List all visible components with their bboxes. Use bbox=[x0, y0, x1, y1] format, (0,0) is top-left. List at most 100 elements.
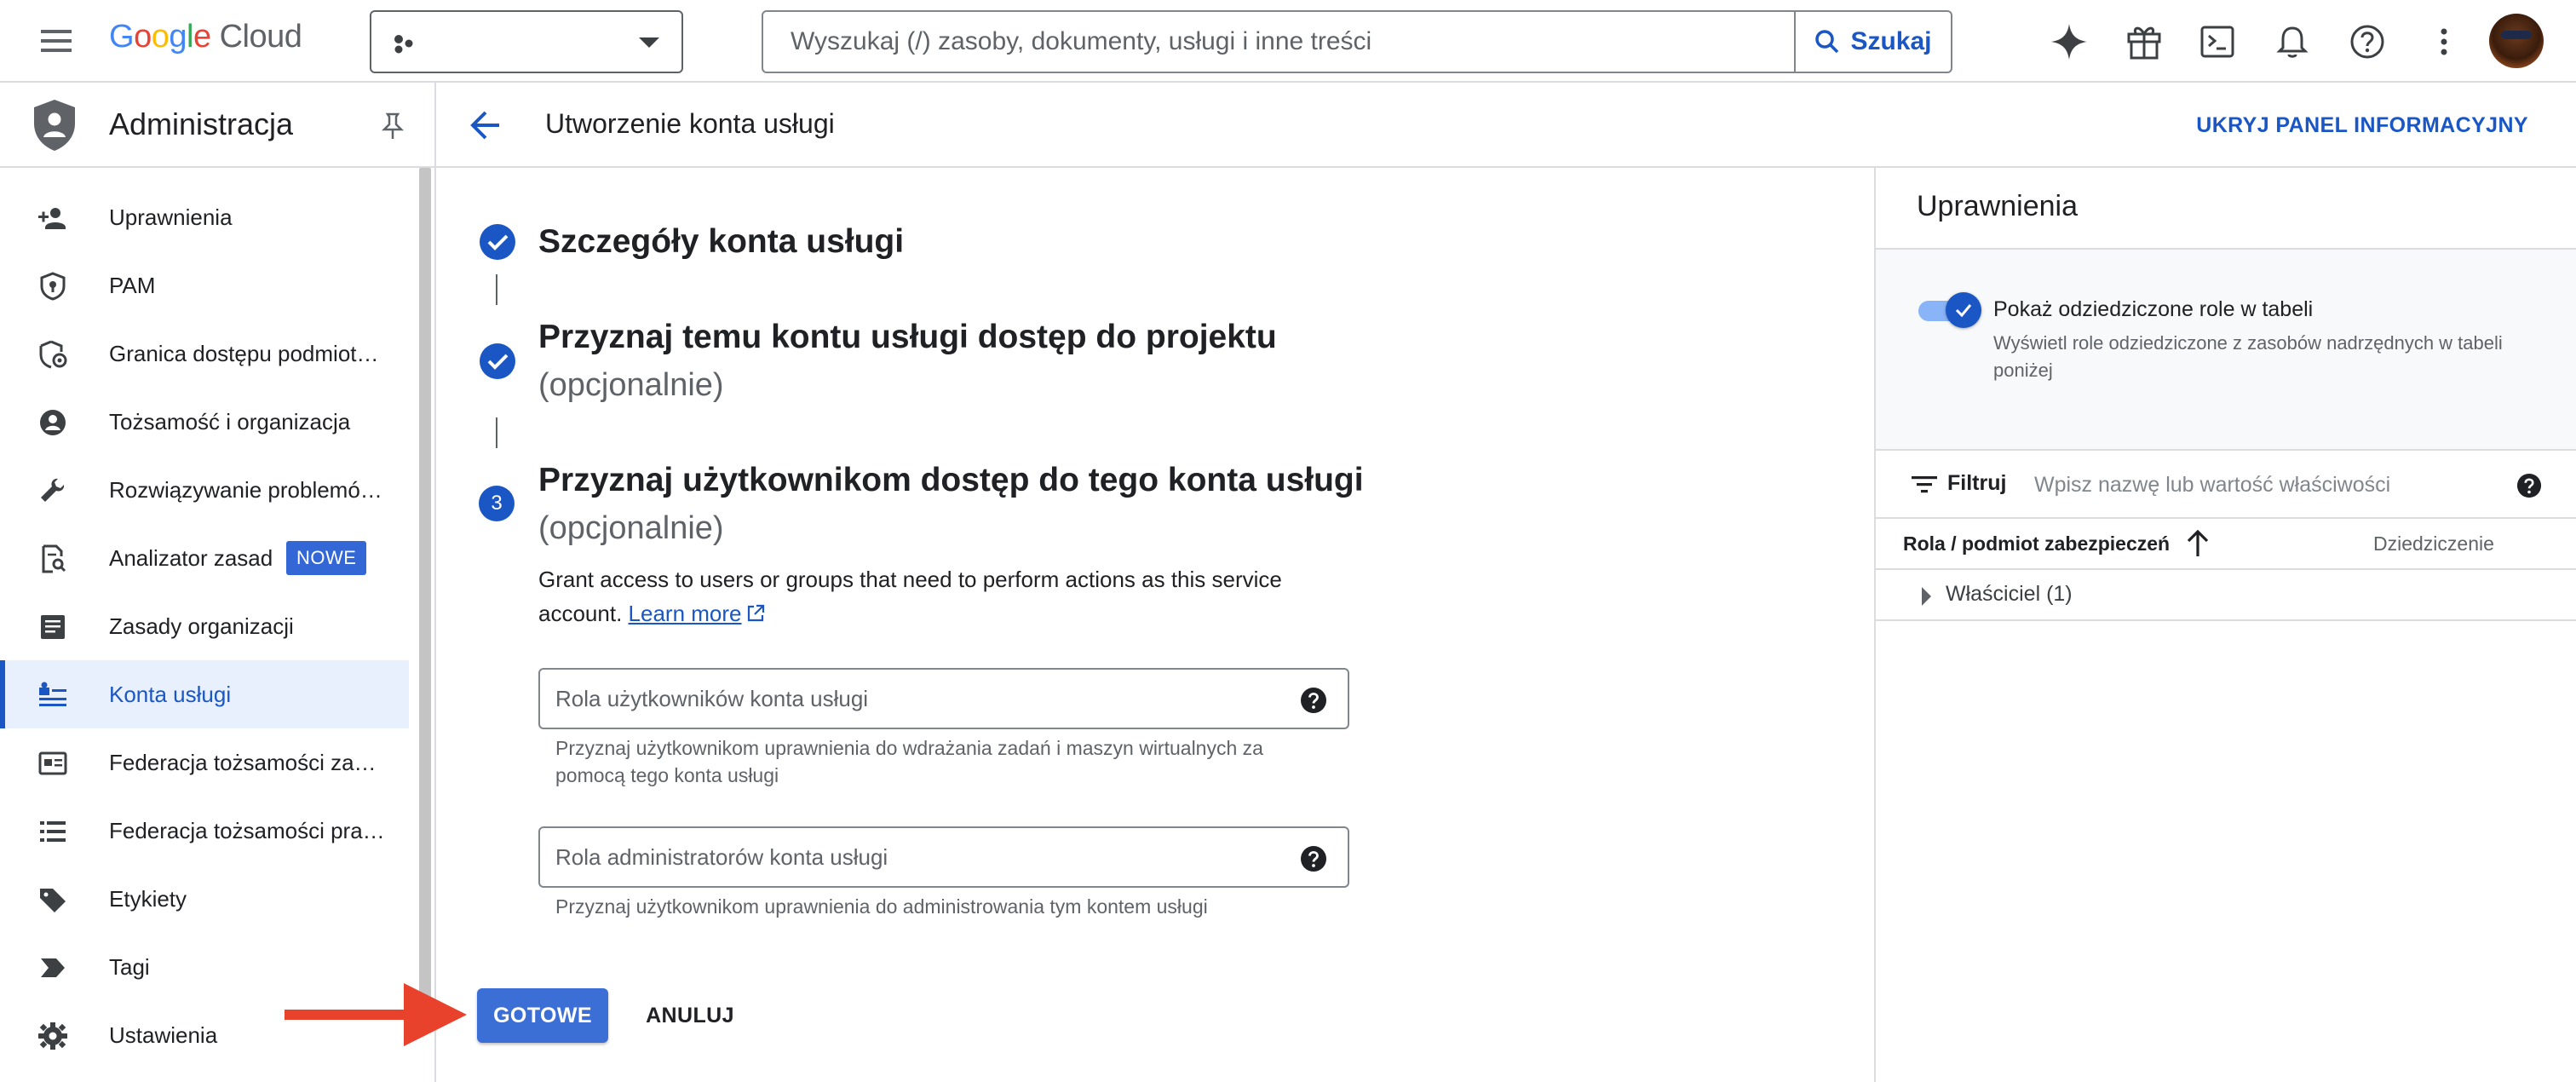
check-icon bbox=[1955, 304, 1972, 318]
policy-analyzer-icon bbox=[37, 544, 68, 573]
info-panel: Uprawnienia Pokaż odziedziczone role w t… bbox=[1874, 168, 2576, 1082]
sidebar-item-federacja-za[interactable]: Federacja tożsamości za… bbox=[0, 728, 409, 797]
page-title: Utworzenie konta usługi bbox=[545, 108, 835, 139]
filter-input[interactable] bbox=[2022, 463, 2499, 507]
back-arrow-icon[interactable] bbox=[469, 108, 503, 142]
help-circle-icon[interactable] bbox=[1300, 687, 1327, 714]
google-cloud-logo[interactable]: Google Cloud bbox=[109, 19, 302, 63]
step-3-number: 3 bbox=[479, 486, 515, 521]
chevron-down-icon bbox=[639, 37, 659, 48]
logo-google: Google bbox=[109, 19, 211, 55]
sidebar-item-granica[interactable]: Granica dostępu podmiot… bbox=[0, 319, 409, 388]
expand-arrow-icon[interactable] bbox=[1922, 587, 1931, 606]
gemini-icon[interactable] bbox=[2050, 22, 2089, 61]
column-inheritance: Dziedziczenie bbox=[2373, 532, 2494, 555]
step-1-title[interactable]: Szczegóły konta usługi bbox=[538, 218, 904, 266]
sidebar-item-zasady[interactable]: Zasady organizacji bbox=[0, 592, 409, 660]
inherited-roles-toggle[interactable] bbox=[1918, 292, 1981, 328]
sidebar-item-label: Analizator zasad bbox=[109, 544, 273, 571]
logo-letter: o bbox=[151, 19, 170, 55]
step-connector bbox=[496, 274, 497, 305]
sidebar-item-label: Etykiety bbox=[109, 885, 187, 912]
top-bar: Google Cloud Szukaj bbox=[0, 0, 2576, 83]
account-circle-icon bbox=[37, 408, 68, 437]
search-button[interactable]: Szukaj bbox=[1794, 12, 1951, 72]
column-role[interactable]: Rola / podmiot zabezpieczeń bbox=[1903, 532, 2170, 555]
menu-icon[interactable] bbox=[37, 24, 75, 58]
list-icon bbox=[37, 817, 68, 846]
sidebar-item-label: Uprawnienia bbox=[109, 204, 233, 230]
sidebar-item-label: Tagi bbox=[109, 953, 150, 980]
sidebar-item-label: Federacja tożsamości pra… bbox=[109, 817, 385, 843]
search-input[interactable] bbox=[765, 14, 1787, 70]
pin-icon[interactable] bbox=[380, 112, 405, 141]
step-connector bbox=[496, 417, 497, 448]
sidebar: Administracja Uprawnienia PAM Granica do… bbox=[0, 83, 436, 1082]
project-picker-icon bbox=[394, 34, 416, 55]
hide-info-panel-button[interactable]: UKRYJ PANEL INFORMACYJNY bbox=[2196, 113, 2528, 138]
sidebar-item-label: Konta usługi bbox=[109, 681, 232, 707]
person-add-icon bbox=[37, 204, 68, 233]
help-icon[interactable] bbox=[2348, 22, 2387, 61]
sidebar-list: Uprawnienia PAM Granica dostępu podmiot…… bbox=[0, 183, 409, 1069]
description-text-b: account. bbox=[538, 601, 623, 626]
role-owner-label: Właściciel (1) bbox=[1946, 582, 2073, 606]
sidebar-item-analizator[interactable]: Analizator zasad NOWE bbox=[0, 524, 409, 592]
id-card-icon bbox=[37, 749, 68, 778]
sidebar-item-federacja-pra[interactable]: Federacja tożsamości pra… bbox=[0, 797, 409, 865]
toggle-knob bbox=[1946, 292, 1981, 328]
settings-icon bbox=[37, 1022, 68, 1050]
new-badge: NOWE bbox=[286, 541, 367, 575]
sidebar-item-konta-uslugi[interactable]: Konta usługi bbox=[0, 660, 409, 728]
sidebar-item-tozsamosc[interactable]: Tożsamość i organizacja bbox=[0, 388, 409, 456]
table-row[interactable]: Właściciel (1) bbox=[1876, 570, 2576, 621]
tag-icon bbox=[37, 953, 68, 982]
notifications-icon[interactable] bbox=[2273, 22, 2312, 61]
done-button[interactable]: GOTOWE bbox=[477, 988, 608, 1043]
check-circle-icon bbox=[479, 342, 516, 380]
logo-letter: G bbox=[109, 19, 135, 55]
cloud-shell-icon[interactable] bbox=[2198, 22, 2237, 61]
admins-role-hint: Przyznaj użytkownikom uprawnienia do adm… bbox=[555, 895, 1208, 918]
logo-letter: g bbox=[169, 19, 187, 55]
admins-role-input[interactable] bbox=[540, 828, 1273, 886]
users-role-hint: Przyznaj użytkownikom uprawnienia do wdr… bbox=[555, 737, 1263, 786]
sidebar-scrollbar[interactable] bbox=[419, 168, 431, 1011]
help-circle-icon[interactable] bbox=[2516, 473, 2542, 498]
avatar[interactable] bbox=[2489, 14, 2544, 68]
admin-shield-icon bbox=[31, 98, 78, 153]
step-3-description: Grant access to users or groups that nee… bbox=[538, 562, 1339, 630]
sidebar-item-label: Granica dostępu podmiot… bbox=[109, 340, 379, 366]
search-button-label: Szukaj bbox=[1850, 27, 1932, 55]
sidebar-header: Administracja bbox=[0, 83, 434, 168]
logo-cloud: Cloud bbox=[219, 19, 302, 55]
description-text-a: Grant access to users or groups that nee… bbox=[538, 567, 1282, 592]
logo-letter: e bbox=[193, 19, 211, 55]
sort-arrow-up-icon[interactable] bbox=[2186, 529, 2210, 558]
service-account-users-role-field bbox=[538, 668, 1349, 729]
check-circle-icon bbox=[479, 223, 516, 261]
gift-icon[interactable] bbox=[2125, 22, 2164, 61]
service-account-admins-role-field bbox=[538, 826, 1349, 888]
project-picker[interactable] bbox=[370, 10, 683, 73]
cancel-button[interactable]: ANULUJ bbox=[639, 988, 741, 1043]
filter-icon bbox=[1912, 475, 1937, 495]
learn-more-link[interactable]: Learn more bbox=[629, 601, 742, 626]
sidebar-item-uprawnienia[interactable]: Uprawnienia bbox=[0, 183, 409, 251]
more-vert-icon[interactable] bbox=[2424, 22, 2464, 61]
sidebar-title: Administracja bbox=[109, 106, 294, 141]
red-pointer-arrow bbox=[285, 981, 469, 1048]
sidebar-item-etykiety[interactable]: Etykiety bbox=[0, 865, 409, 933]
sidebar-item-label: Rozwiązywanie problemó… bbox=[109, 476, 382, 503]
sidebar-item-label: Zasady organizacji bbox=[109, 613, 294, 639]
sidebar-item-label: Tożsamość i organizacja bbox=[109, 408, 351, 435]
sidebar-item-label: PAM bbox=[109, 272, 156, 298]
boundary-icon bbox=[37, 340, 68, 369]
service-account-icon bbox=[37, 681, 68, 710]
sidebar-item-rozwiazywanie[interactable]: Rozwiązywanie problemó… bbox=[0, 456, 409, 524]
step-2-title[interactable]: Przyznaj temu kontu usługi dostęp do pro… bbox=[538, 314, 1277, 361]
sidebar-item-label: Ustawienia bbox=[109, 1022, 218, 1048]
users-role-input[interactable] bbox=[540, 670, 1273, 728]
sidebar-item-pam[interactable]: PAM bbox=[0, 251, 409, 319]
help-circle-icon[interactable] bbox=[1300, 845, 1327, 872]
